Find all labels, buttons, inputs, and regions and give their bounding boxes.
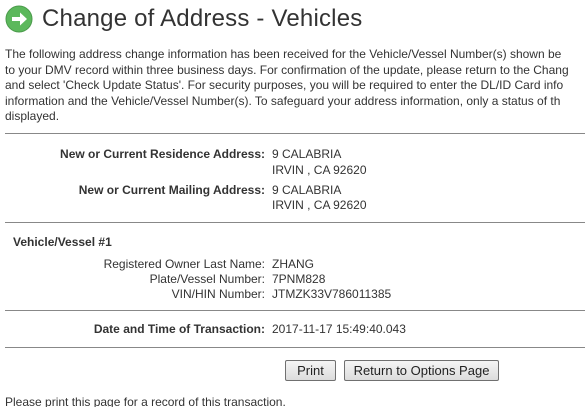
plate-number-value: 7PNM828 — [272, 272, 326, 286]
print-button[interactable]: Print — [285, 360, 336, 381]
transaction-datetime-label: Date and Time of Transaction: — [93, 322, 265, 336]
mailing-address-line1: 9 CALABRIA — [272, 183, 342, 197]
mailing-address-label: New or Current Mailing Address: — [78, 183, 265, 197]
mailing-address-line2: IRVIN , CA 92620 — [272, 198, 367, 212]
vehicle-section-title: Vehicle/Vessel #1 — [13, 235, 112, 249]
residence-address-line2: IRVIN , CA 92620 — [272, 163, 367, 177]
divider — [5, 310, 585, 311]
divider — [5, 347, 585, 348]
intro-line: to your DMV record within three business… — [5, 62, 569, 77]
intro-paragraph: The following address change information… — [5, 47, 585, 125]
return-to-options-button[interactable]: Return to Options Page — [344, 360, 499, 381]
divider — [5, 222, 585, 223]
page-header: Change of Address - Vehicles — [5, 3, 362, 35]
divider — [5, 133, 585, 134]
page-title: Change of Address - Vehicles — [42, 5, 363, 32]
owner-last-name-label: Registered Owner Last Name: — [103, 257, 265, 271]
intro-line: displayed. — [5, 109, 60, 123]
owner-last-name-value: ZHANG — [272, 257, 314, 271]
vin-number-value: JTMZK33V786011385 — [272, 287, 392, 301]
intro-line: The following address change information… — [5, 47, 562, 61]
intro-line: information and the Vehicle/Vessel Numbe… — [5, 93, 561, 108]
footer-note: Please print this page for a record of t… — [5, 395, 286, 407]
plate-number-label: Plate/Vessel Number: — [149, 272, 265, 286]
intro-line: and select 'Check Update Status'. For se… — [5, 78, 564, 92]
arrow-right-circle-icon — [5, 5, 33, 33]
residence-address-line1: 9 CALABRIA — [272, 147, 342, 161]
transaction-datetime-value: 2017-11-17 15:49:40.043 — [272, 322, 406, 336]
residence-address-label: New or Current Residence Address: — [60, 147, 265, 161]
vin-number-label: VIN/HIN Number: — [171, 287, 265, 301]
